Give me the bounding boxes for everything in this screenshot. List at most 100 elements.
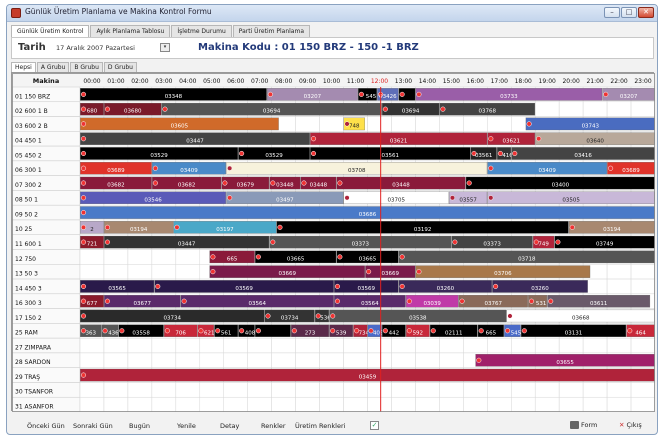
grid-cell (511, 396, 536, 412)
job-label: 03207 (620, 94, 638, 100)
detail-button[interactable]: Detay (220, 422, 239, 430)
exit-button[interactable]: ✕ Çıkış (619, 421, 642, 429)
job-label: 03207 (304, 94, 322, 100)
grid-cell (558, 101, 584, 117)
job-label: 03677 (134, 301, 152, 307)
refresh-button[interactable]: Yenile (177, 422, 196, 430)
job-status-dot (174, 224, 180, 230)
grid-cell (582, 337, 608, 354)
job-label: 03447 (178, 242, 196, 248)
job-label: 03409 (538, 168, 556, 174)
machine-label[interactable]: 12 750 (15, 256, 36, 263)
job-label: 749 (538, 242, 549, 248)
grid-cell (295, 116, 320, 132)
tab-hepsi[interactable]: Hepsi (11, 62, 36, 72)
grid-cell (630, 264, 655, 280)
calendar-dropdown-icon[interactable]: ▾ (160, 43, 170, 52)
form-label: Form (581, 421, 598, 429)
job-label: 03260 (531, 286, 549, 292)
job-status-dot (310, 136, 317, 142)
tab-aylik-planlama[interactable]: Aylık Planlama Tablosu (90, 25, 171, 37)
job-status-dot (155, 283, 161, 289)
printer-icon (570, 421, 579, 429)
job-status-dot (104, 239, 111, 245)
machine-label[interactable]: 27 ZIMPARA (15, 344, 52, 351)
today-button[interactable]: Bugün (129, 422, 150, 430)
grid-cell (534, 382, 560, 398)
production-colors-checkbox[interactable]: ✓ (370, 421, 379, 430)
grid-cell (367, 116, 392, 132)
job-status-dot (430, 328, 436, 334)
job-status-dot (536, 136, 542, 142)
job-label: 03529 (265, 153, 283, 159)
job-status-dot (358, 91, 364, 97)
job-label: 03448 (310, 183, 328, 189)
job-label: 2 (90, 227, 94, 233)
job-status-dot (440, 106, 446, 112)
job-label: 03640 (586, 138, 604, 144)
job-status-dot (162, 106, 168, 112)
machine-label[interactable]: 25 RAM (15, 330, 38, 337)
machine-label[interactable]: 07 300 2 (15, 182, 42, 189)
job-label: 273 (305, 330, 316, 336)
machine-label[interactable]: 09 50 2 (15, 211, 38, 218)
machine-code: Makina Kodu : 01 150 BRZ - 150 -1 BRZ (198, 42, 419, 53)
tab-a-grubu[interactable]: A Grubu (36, 62, 70, 72)
tab-b-grubu[interactable]: B Grubu (70, 62, 103, 72)
grid-cell (103, 352, 129, 368)
job-label: 665 (486, 330, 497, 336)
date-value[interactable]: 17 Aralık 2007 Pazartesi (56, 44, 135, 52)
tab-isletme-durumu[interactable]: İşletme Durumu (171, 25, 232, 37)
grid-cell (415, 116, 440, 132)
machine-label[interactable]: 05 450 2 (15, 152, 42, 159)
job-label: 464 (635, 330, 646, 336)
machine-label[interactable]: 13 50 3 (15, 271, 38, 278)
job-status-dot (603, 91, 609, 97)
grid-cell (295, 352, 320, 368)
next-day-button[interactable]: Sonraki Gün (73, 422, 113, 430)
job-status-dot (627, 328, 633, 334)
form-button[interactable]: Form (570, 421, 597, 429)
job-label: 03192 (414, 227, 432, 233)
grid-cell (630, 278, 655, 295)
machine-label[interactable]: 28 SARDON (15, 359, 51, 366)
job-label: 03694 (263, 109, 281, 115)
machine-label[interactable]: 30 TSANFOR (15, 389, 53, 396)
machine-label[interactable]: 01 150 BRZ (15, 93, 50, 100)
job-label: 706 (175, 330, 186, 336)
colors-button[interactable]: Renkler (261, 422, 286, 430)
job-status-dot (80, 106, 87, 112)
machine-label[interactable]: 16 300 3 (15, 300, 42, 307)
machine-label[interactable]: 31 ASANFOR (15, 404, 54, 411)
job-status-dot (181, 298, 187, 304)
machine-label[interactable]: 03 600 2 B (15, 123, 48, 130)
tab-gunluk-uretim-kontrol[interactable]: Günlük Üretim Kontrol (11, 25, 90, 37)
job-label: 03561 (382, 153, 400, 159)
grid-cell (103, 264, 129, 280)
job-label: 677 (87, 301, 98, 307)
job-label: 03447 (186, 138, 204, 144)
machine-label[interactable]: 10 25 (15, 226, 32, 233)
machine-label[interactable]: 04 450 1 (15, 138, 42, 145)
machine-label[interactable]: 17 150 2 (15, 315, 42, 322)
job-status-dot (330, 328, 336, 334)
tab-parti-uretim[interactable]: Parti Üretim Planlama (232, 25, 311, 37)
prev-day-button[interactable]: Önceki Gün (27, 422, 65, 430)
close-button[interactable]: ✕ (638, 7, 654, 18)
job-label: 539 (336, 330, 347, 336)
machine-label[interactable]: 14 450 3 (15, 285, 42, 292)
main-window: Günlük Üretim Planlama ve Makina Kontrol… (6, 4, 658, 435)
machine-label[interactable]: 02 600 1 B (15, 108, 48, 115)
maximize-button[interactable]: □ (621, 7, 637, 18)
machine-label[interactable]: 29 TRAŞ (15, 374, 40, 381)
job-status-dot (119, 328, 125, 334)
grid-cell (606, 264, 632, 280)
grid-cell (223, 337, 248, 354)
job-status-dot (104, 224, 111, 230)
minimize-button[interactable]: – (604, 7, 620, 18)
grid-cell (127, 337, 153, 354)
tab-d-grubu[interactable]: D Grubu (103, 62, 137, 72)
machine-label[interactable]: 11 600 1 (15, 241, 42, 248)
machine-label[interactable]: 06 300 1 (15, 167, 42, 174)
machine-label[interactable]: 08 50 1 (15, 197, 38, 204)
